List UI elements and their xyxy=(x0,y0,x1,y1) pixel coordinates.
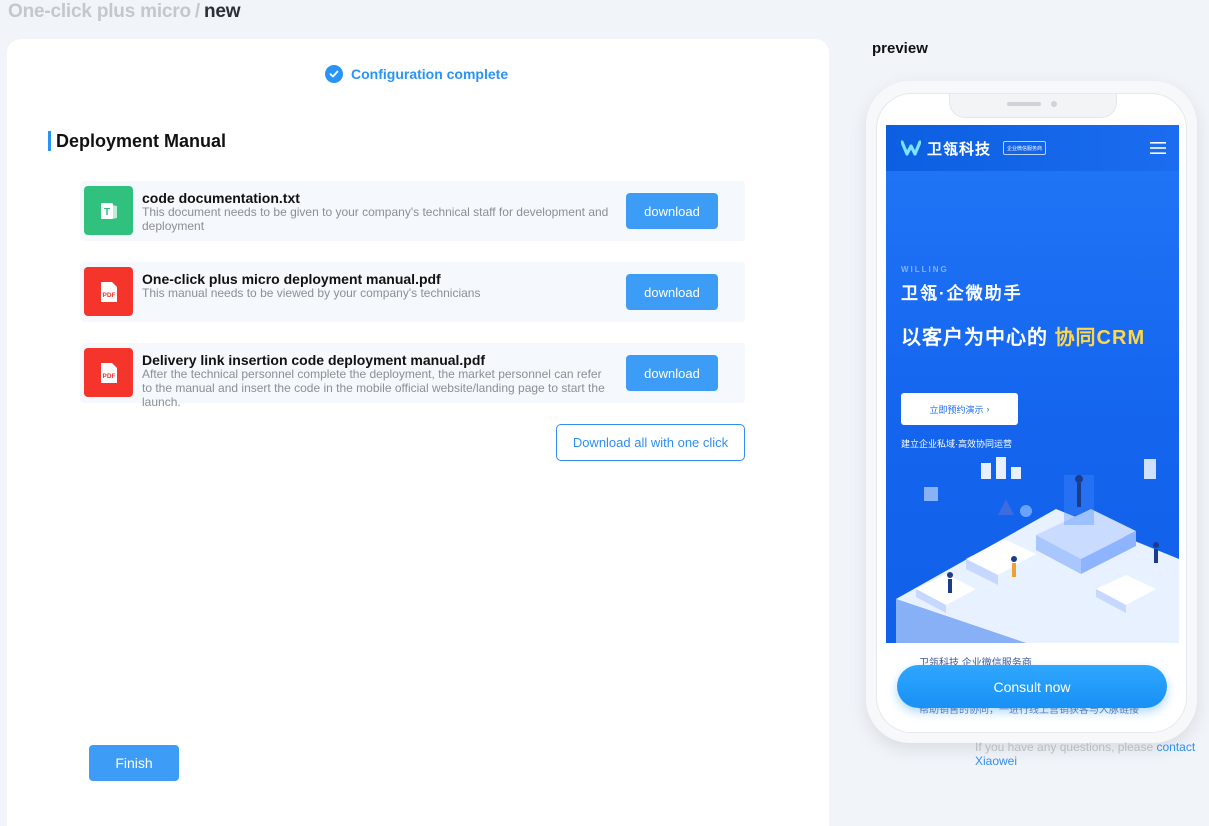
check-circle-icon xyxy=(325,65,343,83)
hero-headline: 以客户为中心的 协同CRM xyxy=(901,321,1145,350)
pdf-icon-label: PDF xyxy=(102,373,115,380)
download-button[interactable]: download xyxy=(626,355,718,391)
brand-logo-icon xyxy=(901,140,921,156)
download-all-button[interactable]: Download all with one click xyxy=(556,424,745,461)
phone-speaker xyxy=(1007,102,1041,106)
pdf-file-icon: PDF xyxy=(84,267,133,316)
brand-name: 卫瓴科技 xyxy=(927,140,992,158)
status-text: Configuration complete xyxy=(351,66,509,82)
phone-notch xyxy=(949,94,1117,118)
book-demo-button[interactable]: 立即预约演示 › xyxy=(901,393,1018,425)
phone-screen: 卫瓴科技 企业微信服务商 WILLING 卫瓴·企微助手 以客户为中心的 协同C… xyxy=(886,125,1179,732)
hero-banner: WILLING 卫瓴·企微助手 以客户为中心的 协同CRM 立即预约演示 › 建立… xyxy=(886,171,1179,643)
deployment-card: Configuration complete Deployment Manual… xyxy=(7,39,829,826)
breadcrumb: One-click plus micro / new xyxy=(8,1,241,23)
phone-camera xyxy=(1051,101,1057,107)
file-row-deployment-manual: PDF One-click plus micro deployment manu… xyxy=(80,262,745,322)
file-description: This document needs to be given to your … xyxy=(142,205,609,233)
breadcrumb-parent[interactable]: One-click plus micro xyxy=(8,1,191,22)
phone-preview: 卫瓴科技 企业微信服务商 WILLING 卫瓴·企微助手 以客户为中心的 协同C… xyxy=(866,81,1197,743)
site-header: 卫瓴科技 企业微信服务商 xyxy=(886,125,1179,171)
download-button[interactable]: download xyxy=(626,193,718,229)
file-description: After the technical personnel complete t… xyxy=(142,367,605,409)
file-name: Delivery link insertion code deployment … xyxy=(142,352,486,368)
consult-now-button[interactable]: Consult now xyxy=(897,665,1167,708)
hamburger-menu-icon[interactable] xyxy=(1150,141,1166,155)
pdf-icon-label: PDF xyxy=(102,292,115,299)
hero-subtitle: 卫瓴·企微助手 xyxy=(901,284,1023,303)
file-row-code-documentation: T code documentation.txt This document n… xyxy=(80,181,745,241)
help-note: If you have any questions, please contac… xyxy=(975,740,1209,768)
chevron-right-icon: › xyxy=(986,404,990,414)
pdf-file-icon: PDF xyxy=(84,348,133,397)
phone-frame: 卫瓴科技 企业微信服务商 WILLING 卫瓴·企微助手 以客户为中心的 协同C… xyxy=(876,93,1187,733)
file-name: code documentation.txt xyxy=(142,190,300,206)
file-description: This manual needs to be viewed by your c… xyxy=(142,286,481,300)
headline-highlight: 协同CRM xyxy=(1054,327,1146,349)
breadcrumb-separator: / xyxy=(194,1,200,22)
book-demo-label: 立即预约演示 xyxy=(929,404,984,415)
section-title: Deployment Manual xyxy=(48,131,226,151)
help-text: If you have any questions, please xyxy=(975,740,1154,754)
brand-badge: 企业微信服务商 xyxy=(1003,141,1047,155)
finish-button[interactable]: Finish xyxy=(89,745,179,781)
file-row-delivery-link-manual: PDF Delivery link insertion code deploym… xyxy=(80,343,745,409)
configuration-status: Configuration complete xyxy=(325,65,508,83)
isometric-office-illustration xyxy=(896,457,1179,643)
headline-prefix: 以客户为中心的 xyxy=(901,327,1048,349)
txt-file-icon: T xyxy=(84,186,133,235)
txt-icon-letter: T xyxy=(103,207,109,218)
file-name: One-click plus micro deployment manual.p… xyxy=(142,271,441,287)
breadcrumb-current: new xyxy=(204,1,241,22)
download-button[interactable]: download xyxy=(626,274,718,310)
hero-eyebrow: WILLING xyxy=(901,265,949,274)
preview-label: preview xyxy=(872,40,928,57)
